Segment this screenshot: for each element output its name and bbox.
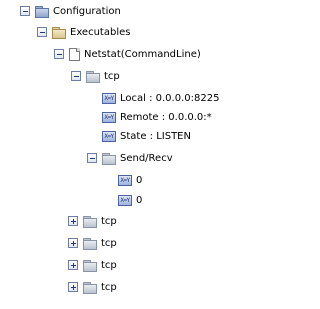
tree-node-label: tcp	[101, 215, 117, 227]
tree-node-label: tcp	[104, 70, 120, 82]
tree-attribute-send[interactable]: X=Y 0	[118, 172, 142, 188]
tree-node-tcp[interactable]: tcp	[68, 279, 117, 295]
attribute-icon: X=Y	[102, 92, 116, 104]
expand-toggle-icon[interactable]	[68, 282, 78, 292]
attribute-label: Remote : 0.0.0.0:*	[120, 111, 212, 123]
tree-node-label: Send/Recv	[120, 152, 173, 164]
tree-node-label: tcp	[101, 237, 117, 249]
expand-toggle-icon[interactable]	[68, 216, 78, 226]
expand-toggle-icon[interactable]	[68, 260, 78, 270]
tree-node-send-recv[interactable]: Send/Recv	[87, 150, 173, 166]
tree-node-netstat[interactable]: Netstat(CommandLine)	[54, 46, 201, 62]
attribute-icon: X=Y	[102, 111, 116, 123]
tree-node-label: tcp	[101, 259, 117, 271]
tree-attribute-remote[interactable]: X=Y Remote : 0.0.0.0:*	[102, 109, 212, 125]
collapse-toggle-icon[interactable]	[20, 6, 30, 16]
folder-icon	[35, 5, 49, 18]
folder-icon	[52, 26, 66, 39]
tree-node-tcp[interactable]: tcp	[68, 213, 117, 229]
expand-toggle-icon[interactable]	[68, 238, 78, 248]
attribute-label: Local : 0.0.0.0:8225	[120, 92, 220, 104]
collapse-toggle-icon[interactable]	[54, 49, 64, 59]
attribute-icon: X=Y	[118, 194, 132, 206]
tree-attribute-local[interactable]: X=Y Local : 0.0.0.0:8225	[102, 90, 219, 106]
attribute-label: State : LISTEN	[120, 130, 191, 142]
tree-node-tcp[interactable]: tcp	[71, 68, 120, 84]
tree-node-configuration[interactable]: Configuration	[20, 3, 121, 19]
tree-node-label: Executables	[70, 26, 131, 38]
attribute-label: 0	[136, 194, 143, 206]
folder-icon	[86, 70, 100, 83]
collapse-toggle-icon[interactable]	[37, 27, 47, 37]
attribute-label: 0	[136, 174, 143, 186]
tree-node-label: tcp	[101, 281, 117, 293]
tree-node-tcp[interactable]: tcp	[68, 257, 117, 273]
folder-icon	[83, 259, 97, 272]
collapse-toggle-icon[interactable]	[71, 71, 81, 81]
tree-node-label: Configuration	[53, 5, 121, 17]
attribute-icon: X=Y	[102, 130, 116, 142]
attribute-icon: X=Y	[118, 174, 132, 186]
tree-node-tcp[interactable]: tcp	[68, 235, 117, 251]
collapse-toggle-icon[interactable]	[87, 153, 97, 163]
tree-node-label: Netstat(CommandLine)	[84, 48, 201, 60]
folder-icon	[83, 237, 97, 250]
document-icon	[69, 47, 80, 61]
folder-icon	[83, 215, 97, 228]
tree-node-executables[interactable]: Executables	[37, 24, 130, 40]
tree-attribute-state[interactable]: X=Y State : LISTEN	[102, 128, 191, 144]
folder-icon	[83, 281, 97, 294]
folder-icon	[102, 152, 116, 165]
configuration-tree: Configuration Executables Netstat(Comman…	[0, 0, 244, 309]
tree-attribute-recv[interactable]: X=Y 0	[118, 192, 142, 208]
